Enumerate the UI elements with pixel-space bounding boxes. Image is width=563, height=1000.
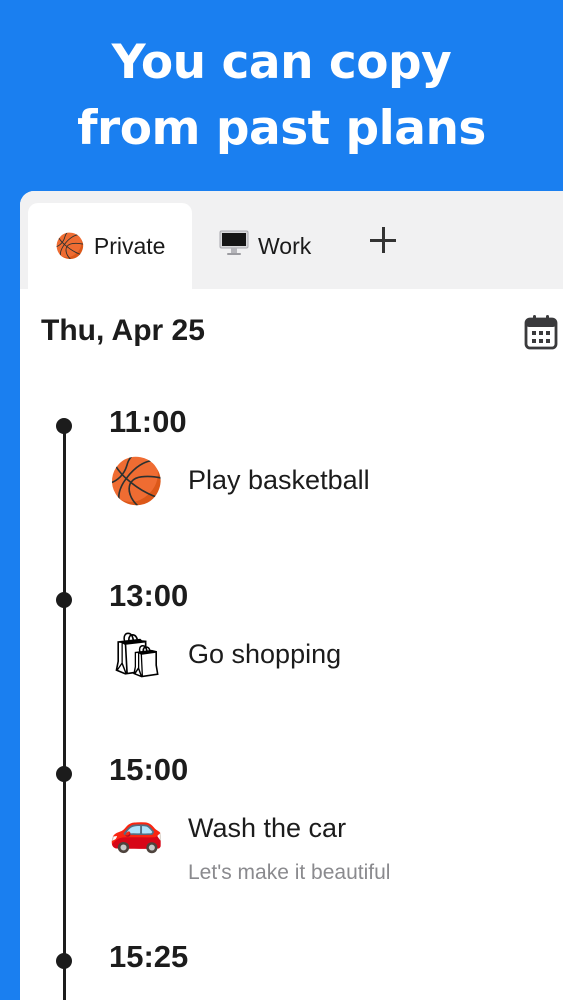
entry-note: Let's make it beautiful bbox=[188, 861, 391, 884]
headline-line-2: from past plans bbox=[77, 101, 486, 156]
timeline-dot bbox=[56, 418, 72, 434]
page-title: Thu, Apr 25 bbox=[41, 314, 205, 347]
timeline-line bbox=[62, 424, 66, 1000]
entry-time: 15:00 bbox=[109, 752, 189, 787]
shopping-bags-icon: 🛍 bbox=[109, 630, 165, 681]
tab-bar: 🏀 Private Work bbox=[20, 191, 563, 289]
plus-icon[interactable] bbox=[370, 227, 396, 253]
entry-time: 15:25 bbox=[109, 939, 189, 974]
desktop-computer-icon bbox=[219, 230, 249, 255]
tab-work-label: Work bbox=[258, 232, 312, 259]
basketball-icon: 🏀 bbox=[109, 456, 164, 507]
promo-headline: You can copy from past plans bbox=[0, 30, 563, 162]
entry-title[interactable]: Play basketball bbox=[188, 465, 370, 496]
entry-time: 13:00 bbox=[109, 578, 189, 613]
calendar-icon[interactable] bbox=[524, 314, 558, 350]
app-screen: 🏀 Private Work Thu, Apr 25 11:00 🏀 Play … bbox=[20, 191, 563, 1000]
car-icon: 🚗 bbox=[109, 804, 164, 855]
tab-private[interactable]: 🏀 Private bbox=[28, 203, 192, 289]
tab-private-label: Private bbox=[93, 232, 166, 259]
timeline-dot bbox=[56, 592, 72, 608]
basketball-icon: 🏀 bbox=[55, 232, 85, 260]
entry-title[interactable]: Wash the car bbox=[188, 813, 346, 844]
tab-work[interactable]: Work bbox=[219, 203, 339, 289]
timeline-dot bbox=[56, 766, 72, 782]
timeline-dot bbox=[56, 953, 72, 969]
computer-icon bbox=[219, 230, 249, 263]
headline-line-1: You can copy bbox=[111, 35, 452, 90]
entry-title[interactable]: Go shopping bbox=[188, 639, 341, 670]
entry-time: 11:00 bbox=[109, 404, 187, 439]
